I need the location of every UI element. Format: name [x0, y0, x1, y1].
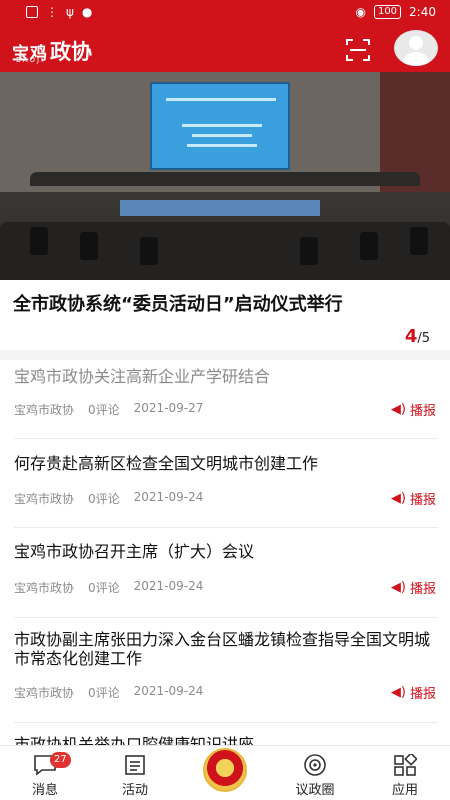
news-date: 2021-09-24 — [133, 490, 204, 504]
usb-icon: ψ — [66, 5, 74, 19]
news-comments: 0评论 — [88, 403, 120, 417]
apps-icon — [394, 754, 417, 776]
section-divider — [0, 350, 450, 360]
tab-activities[interactable]: 活动 — [90, 746, 180, 800]
list-item[interactable]: 宝鸡市政协关注高新企业产学研结合 宝鸡市政协 0评论 2021-09-27 ◀)… — [0, 360, 450, 440]
speaker-icon: ◀) — [390, 491, 406, 506]
speaker-icon: ◀) — [390, 685, 406, 700]
tab-apps[interactable]: 应用 — [360, 746, 450, 800]
news-title[interactable]: 宝鸡市政协关注高新企业产学研结合 — [14, 367, 438, 386]
play-button[interactable]: ◀) 播报 — [391, 578, 436, 597]
news-date: 2021-09-27 — [133, 401, 204, 415]
banner-headline[interactable]: 全市政协系统“委员活动日”启动仪式举行 — [13, 292, 383, 318]
news-source: 宝鸡市政协 — [14, 581, 75, 595]
news-title[interactable]: 何存贵赴高新区检查全国文明城市创建工作 — [14, 454, 438, 473]
tab-discussion[interactable]: 议政圈 — [270, 746, 360, 800]
list-item[interactable]: 市政协机关举办口腔健康知识讲座 — [0, 723, 450, 745]
news-source: 宝鸡市政协 — [14, 403, 75, 417]
list-item[interactable]: 市政协副主席张田力深入金台区蟠龙镇检查指导全国文明城市常态化创建工作 宝鸡市政协… — [0, 618, 450, 723]
news-date: 2021-09-24 — [133, 579, 204, 593]
list-item[interactable]: 宝鸡市政协召开主席（扩大）会议 宝鸡市政协 0评论 2021-09-24 ◀) 播… — [0, 528, 450, 618]
banner-image[interactable] — [0, 72, 450, 280]
news-title[interactable]: 市政协副主席张田力深入金台区蟠龙镇检查指导全国文明城市常态化创建工作 — [14, 630, 438, 668]
app-logo: 宝鸡政协 BAOJI — [12, 36, 92, 66]
cppcc-emblem-icon[interactable] — [203, 748, 247, 792]
notification-icon — [26, 6, 38, 18]
tab-messages[interactable]: 27 消息 — [0, 746, 90, 800]
status-bar: ⋮ ψ ● ◉ 100 2:40 — [0, 0, 450, 26]
banner-caption[interactable]: 全市政协系统“委员活动日”启动仪式举行 4/5 — [0, 280, 450, 350]
avatar[interactable] — [394, 30, 438, 66]
logo-subtitle: BAOJI — [16, 56, 46, 64]
news-source: 宝鸡市政协 — [14, 686, 75, 700]
news-date: 2021-09-24 — [133, 684, 204, 698]
play-button[interactable]: ◀) 播报 — [391, 489, 436, 508]
circle-icon — [304, 754, 326, 776]
eye-icon: ◉ — [355, 5, 366, 19]
app-screen: ⋮ ψ ● ◉ 100 2:40 宝鸡政协 BAOJI 全市政协系统“委员活动日… — [0, 0, 450, 800]
speaker-icon: ◀) — [390, 402, 406, 417]
play-button[interactable]: ◀) 播报 — [391, 400, 436, 419]
signal-icon: ⋮ — [46, 5, 58, 19]
clock: 2:40 — [409, 5, 436, 19]
logo-title: 政协 — [50, 39, 92, 64]
news-title[interactable]: 宝鸡市政协召开主席（扩大）会议 — [14, 542, 438, 561]
top-header: ⋮ ψ ● ◉ 100 2:40 宝鸡政协 BAOJI — [0, 0, 450, 72]
news-comments: 0评论 — [88, 686, 120, 700]
news-title[interactable]: 市政协机关举办口腔健康知识讲座 — [14, 735, 438, 745]
battery-indicator: 100 — [373, 5, 402, 19]
news-comments: 0评论 — [88, 581, 120, 595]
scan-icon[interactable] — [346, 39, 370, 61]
banner-pager: 4/5 — [404, 326, 430, 347]
news-comments: 0评论 — [88, 492, 120, 506]
speaker-icon: ◀) — [390, 580, 406, 595]
app-icon: ● — [81, 5, 93, 19]
list-item[interactable]: 何存贵赴高新区检查全国文明城市创建工作 宝鸡市政协 0评论 2021-09-24… — [0, 440, 450, 528]
news-source: 宝鸡市政协 — [14, 492, 75, 506]
unread-badge: 27 — [50, 752, 71, 768]
list-icon — [125, 755, 145, 775]
play-button[interactable]: ◀) 播报 — [391, 683, 436, 702]
